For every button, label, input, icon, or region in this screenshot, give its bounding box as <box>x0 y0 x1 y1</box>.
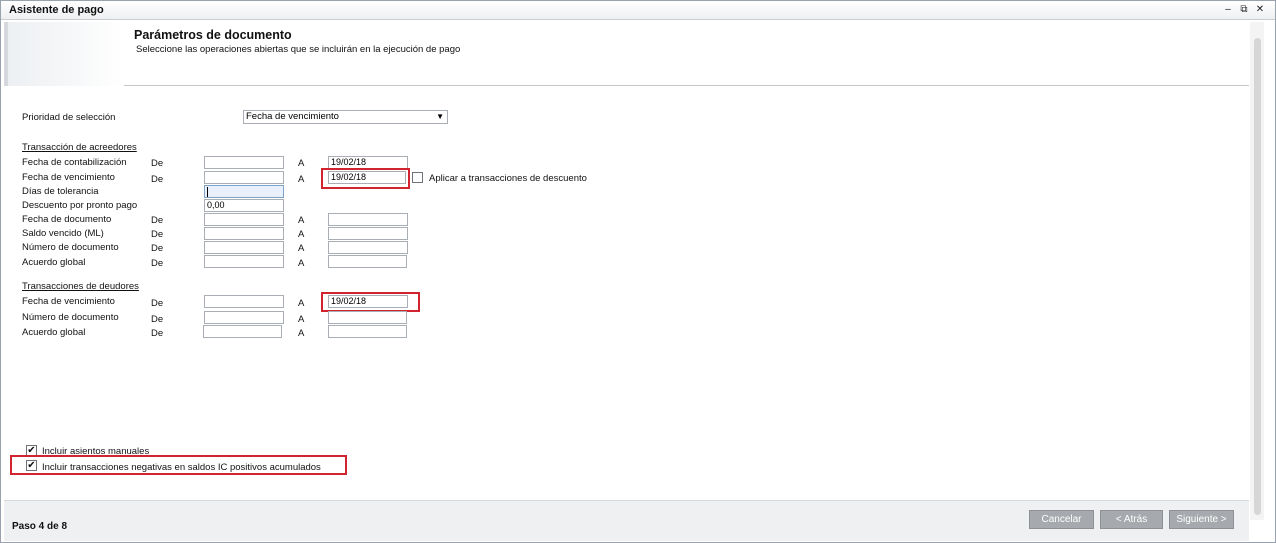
from-label: De <box>151 158 164 169</box>
to-label: A <box>298 298 305 309</box>
text-caret <box>207 187 208 197</box>
to-label: A <box>298 229 305 240</box>
from-label: De <box>151 258 164 269</box>
to-label: A <box>298 328 305 339</box>
scrollbar-thumb[interactable] <box>1254 38 1261 515</box>
from-label: De <box>151 174 164 185</box>
apply-discount-checkbox[interactable] <box>412 172 423 183</box>
priority-label: Prioridad de selección <box>22 112 116 123</box>
minimize-icon[interactable]: – <box>1221 3 1235 17</box>
to-label: A <box>298 243 305 254</box>
from-label: De <box>151 314 164 325</box>
creditor-global-agreement-label: Acuerdo global <box>22 257 86 268</box>
debtor-global-agreement-to[interactable] <box>328 325 407 338</box>
payment-wizard-window: Asistente de pago – ⧉ ✕ Parámetros de do… <box>0 0 1276 543</box>
close-icon[interactable]: ✕ <box>1253 3 1267 17</box>
apply-discount-label: Aplicar a transacciones de descuento <box>429 173 587 184</box>
debtor-document-number-label: Número de documento <box>22 312 119 323</box>
page-title: Parámetros de documento <box>134 28 292 42</box>
negative-ic-checkbox[interactable]: ✔ <box>26 460 37 471</box>
negative-ic-label: Incluir transacciones negativas en saldo… <box>42 462 321 473</box>
early-payment-discount-input[interactable]: 0,00 <box>204 199 284 212</box>
debtor-global-agreement-from[interactable] <box>203 325 282 338</box>
restore-icon[interactable]: ⧉ <box>1237 3 1251 17</box>
creditor-global-agreement-to[interactable] <box>328 255 407 268</box>
title-bar: Asistente de pago – ⧉ ✕ <box>1 1 1275 20</box>
overdue-balance-from[interactable] <box>204 227 284 240</box>
debtor-due-date-to[interactable]: 19/02/18 <box>328 295 408 308</box>
step-header: Parámetros de documento Seleccione las o… <box>4 22 1249 86</box>
back-button[interactable]: < Atrás <box>1100 510 1163 529</box>
creditor-document-number-label: Número de documento <box>22 242 119 253</box>
creditor-posting-date-label: Fecha de contabilización <box>22 157 127 168</box>
creditor-posting-date-from[interactable] <box>204 156 284 169</box>
priority-dropdown[interactable]: Fecha de vencimiento ▼ <box>243 110 448 124</box>
cancel-button[interactable]: Cancelar <box>1029 510 1094 529</box>
step-indicator: Paso 4 de 8 <box>12 521 68 532</box>
next-button[interactable]: Siguiente > <box>1169 510 1234 529</box>
debtor-document-number-to[interactable] <box>328 311 407 324</box>
to-label: A <box>298 258 305 269</box>
to-label: A <box>298 215 305 226</box>
creditor-document-number-to[interactable] <box>328 241 408 254</box>
from-label: De <box>151 215 164 226</box>
manual-entries-checkbox[interactable]: ✔ <box>26 445 37 456</box>
from-label: De <box>151 298 164 309</box>
priority-selected-value: Fecha de vencimiento <box>246 111 339 122</box>
page-subtitle: Seleccione las operaciones abiertas que … <box>136 44 461 55</box>
early-payment-discount-label: Descuento por pronto pago <box>22 200 138 211</box>
tolerance-days-input[interactable] <box>204 185 284 198</box>
creditor-document-number-from[interactable] <box>204 241 284 254</box>
debtor-due-date-from[interactable] <box>204 295 284 308</box>
from-label: De <box>151 243 164 254</box>
creditors-section-title: Transacción de acreedores <box>22 142 137 153</box>
manual-entries-label: Incluir asientos manuales <box>42 446 150 457</box>
wizard-footer: Paso 4 de 8 Cancelar < Atrás Siguiente > <box>4 500 1249 541</box>
to-label: A <box>298 174 305 185</box>
creditor-due-date-label: Fecha de vencimiento <box>22 172 115 183</box>
debtor-due-date-label: Fecha de vencimiento <box>22 296 115 307</box>
header-decoration <box>4 22 124 86</box>
to-label: A <box>298 158 305 169</box>
creditor-posting-date-to[interactable]: 19/02/18 <box>328 156 408 169</box>
chevron-down-icon[interactable]: ▼ <box>436 112 444 122</box>
creditor-due-date-to[interactable]: 19/02/18 <box>328 171 406 184</box>
tolerance-days-label: Días de tolerancia <box>22 186 99 197</box>
overdue-balance-label: Saldo vencido (ML) <box>22 228 104 239</box>
from-label: De <box>151 328 164 339</box>
debtor-global-agreement-label: Acuerdo global <box>22 327 86 338</box>
to-label: A <box>298 314 305 325</box>
debtors-section-title: Transacciones de deudores <box>22 281 139 292</box>
creditor-document-date-to[interactable] <box>328 213 408 226</box>
creditor-document-date-label: Fecha de documento <box>22 214 112 225</box>
creditor-global-agreement-from[interactable] <box>204 255 284 268</box>
creditor-due-date-from[interactable] <box>204 171 284 184</box>
creditor-document-date-from[interactable] <box>204 213 284 226</box>
overdue-balance-to[interactable] <box>328 227 408 240</box>
window-title: Asistente de pago <box>9 4 104 16</box>
from-label: De <box>151 229 164 240</box>
debtor-document-number-from[interactable] <box>204 311 284 324</box>
